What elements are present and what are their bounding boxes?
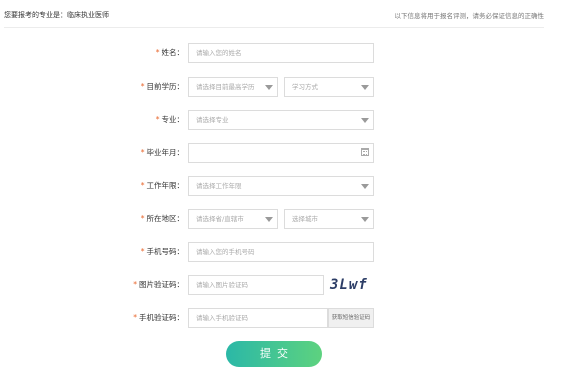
- chevron-down-icon: [361, 184, 369, 189]
- major-row: * 专业： 请选择专业: [0, 110, 562, 130]
- header-divider: [4, 27, 544, 28]
- required-mark: *: [140, 181, 145, 190]
- calendar-icon[interactable]: [361, 148, 369, 156]
- image-code-input[interactable]: 请输入图片验证码: [188, 275, 324, 295]
- chevron-down-icon: [361, 217, 369, 222]
- required-mark: *: [155, 115, 160, 124]
- name-label: * 姓名：: [155, 48, 184, 57]
- major-select[interactable]: 请选择专业: [188, 110, 374, 130]
- sms-code-input[interactable]: 请输入手机验证码: [188, 308, 328, 328]
- phone-label: * 手机号码：: [140, 247, 184, 256]
- selected-major-text: 您要报考的专业是：临床执业医师: [4, 11, 109, 19]
- work-years-label: * 工作年限：: [140, 181, 184, 190]
- region-label: * 所在地区：: [140, 214, 184, 223]
- chevron-down-icon: [361, 85, 369, 90]
- work-years-select[interactable]: 请选择工作年限: [188, 176, 374, 196]
- name-row: * 姓名： 请输入您的姓名: [0, 43, 562, 63]
- region-row: * 所在地区： 请选择省/直辖市 选择城市: [0, 209, 562, 229]
- chevron-down-icon: [361, 118, 369, 123]
- phone-input[interactable]: 请输入您的手机号码: [188, 242, 374, 262]
- graduation-row: * 毕业年月：: [0, 143, 562, 163]
- province-select[interactable]: 请选择省/直辖市: [188, 209, 278, 229]
- image-code-label: * 图片验证码：: [133, 280, 184, 289]
- graduation-label: * 毕业年月：: [140, 148, 184, 157]
- name-input[interactable]: 请输入您的姓名: [188, 43, 374, 63]
- sms-code-label: * 手机验证码：: [133, 313, 184, 322]
- major-label: * 专业：: [155, 115, 184, 124]
- captcha-image[interactable]: 3Lwf: [330, 275, 376, 295]
- graduation-date-input[interactable]: [188, 143, 374, 163]
- education-select[interactable]: 请选择目前最高学历: [188, 77, 278, 97]
- submit-button[interactable]: 提交: [226, 341, 322, 367]
- education-label: * 目前学历：: [140, 82, 184, 91]
- chevron-down-icon: [265, 217, 273, 222]
- required-mark: *: [155, 48, 160, 57]
- sms-code-row: * 手机验证码： 请输入手机验证码 获取短信验证码: [0, 308, 562, 328]
- chevron-down-icon: [265, 85, 273, 90]
- city-select[interactable]: 选择城市: [284, 209, 374, 229]
- get-sms-code-button[interactable]: 获取短信验证码: [328, 308, 374, 328]
- required-mark: *: [140, 214, 145, 223]
- form-notice: 以下信息将用于报名评测，请务必保证信息的正确性: [394, 12, 545, 20]
- required-mark: *: [133, 313, 137, 322]
- phone-row: * 手机号码： 请输入您的手机号码: [0, 242, 562, 262]
- work-years-row: * 工作年限： 请选择工作年限: [0, 176, 562, 196]
- required-mark: *: [140, 247, 145, 256]
- study-mode-select[interactable]: 学习方式: [284, 77, 374, 97]
- education-row: * 目前学历： 请选择目前最高学历 学习方式: [0, 77, 562, 97]
- required-mark: *: [140, 82, 145, 91]
- required-mark: *: [140, 148, 145, 157]
- required-mark: *: [133, 280, 137, 289]
- image-code-row: * 图片验证码： 请输入图片验证码 3Lwf: [0, 275, 562, 295]
